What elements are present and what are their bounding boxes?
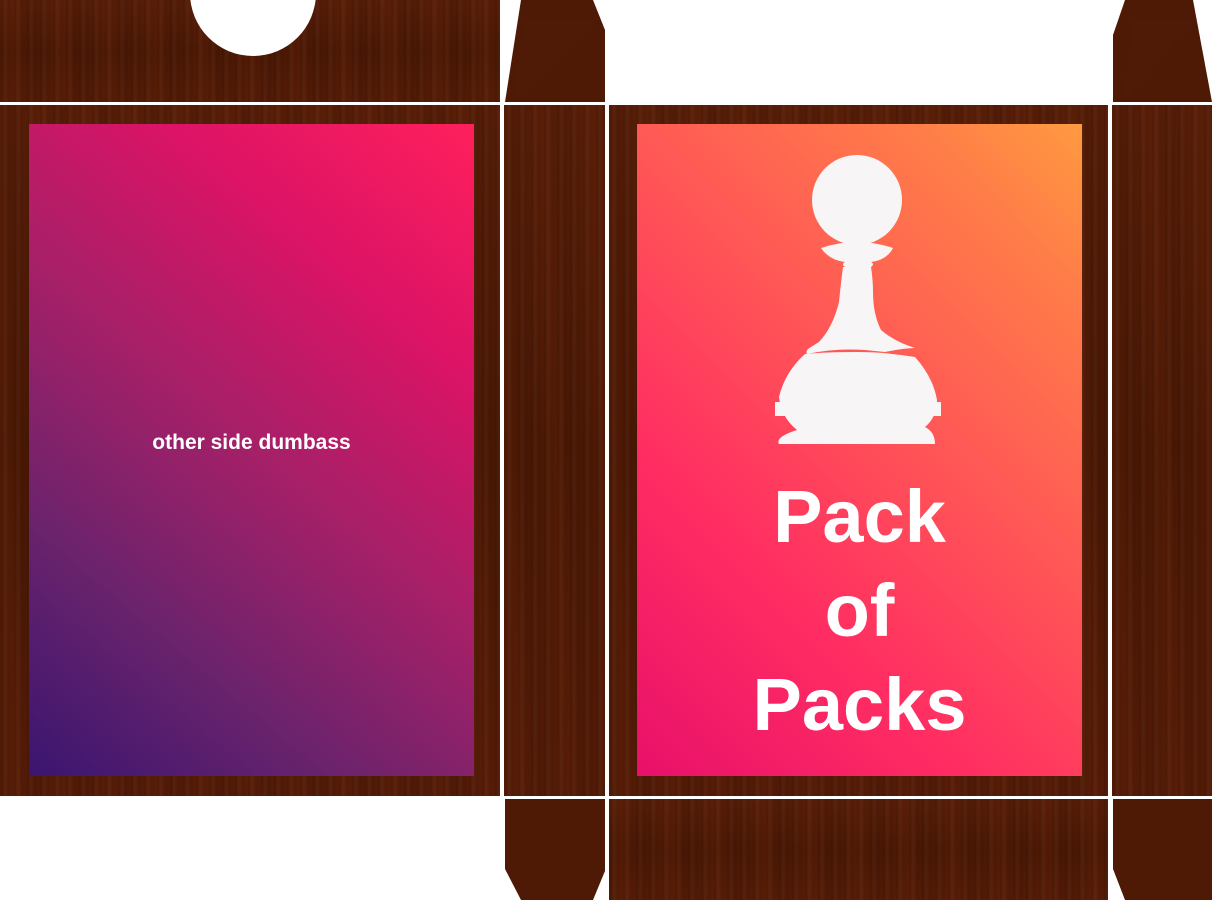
left-side-panel (504, 105, 605, 796)
bottom-tuck-flap (609, 799, 1108, 900)
back-card-art: other side dumbass (29, 124, 474, 776)
pawn-icon (775, 155, 941, 444)
back-message: other side dumbass (152, 431, 351, 454)
bottom-dust-flap-left (505, 799, 605, 900)
top-dust-flap-left (505, 0, 605, 102)
title-line-3: Packs (752, 663, 967, 746)
right-side-panel (1112, 105, 1212, 796)
bottom-dust-flap-right (1113, 799, 1212, 900)
box-title: Pack of Packs (637, 470, 1082, 752)
title-line-2: of (824, 569, 895, 652)
top-tuck-flap (0, 0, 500, 102)
thumb-hole-cutout (190, 0, 316, 56)
top-dust-flap-right (1113, 0, 1212, 102)
title-line-1: Pack (773, 475, 946, 558)
